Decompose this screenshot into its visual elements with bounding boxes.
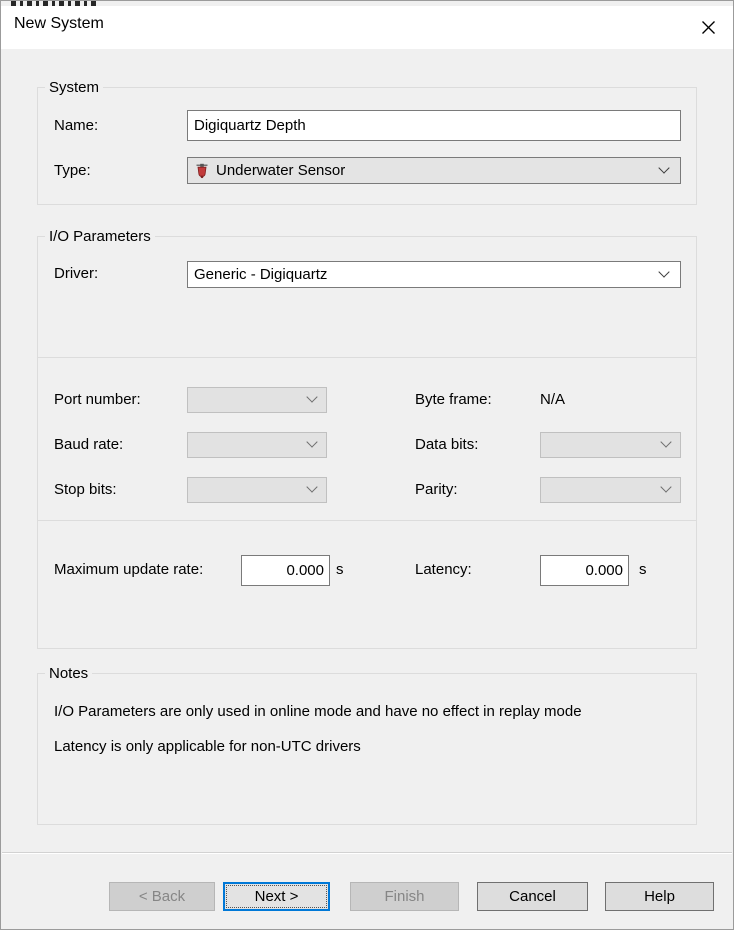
back-button: < Back (109, 882, 215, 911)
byte-frame-value: N/A (540, 390, 565, 410)
chevron-down-icon (658, 266, 669, 277)
chevron-down-icon (306, 391, 317, 402)
new-system-dialog: New System System Name: Type: Underwater… (0, 0, 734, 930)
type-dropdown[interactable]: Underwater Sensor (187, 157, 681, 184)
update-rate-box: Maximum update rate: s Latency: s (37, 520, 697, 649)
stop-bits-dropdown (187, 477, 327, 503)
latency-label: Latency: (415, 560, 472, 580)
name-input[interactable] (187, 110, 681, 141)
io-parameters-group-title: I/O Parameters (45, 228, 155, 246)
driver-label: Driver: (54, 264, 98, 284)
notes-line-1: I/O Parameters are only used in online m… (54, 702, 582, 722)
help-button[interactable]: Help (605, 882, 714, 911)
type-value: Underwater Sensor (216, 162, 345, 179)
parity-label: Parity: (415, 480, 458, 500)
finish-button: Finish (350, 882, 459, 911)
name-label: Name: (54, 116, 98, 136)
dialog-title: New System (14, 15, 104, 33)
notes-line-2: Latency is only applicable for non-UTC d… (54, 737, 361, 757)
cancel-button[interactable]: Cancel (477, 882, 588, 911)
next-button[interactable]: Next > (223, 882, 330, 911)
baud-rate-dropdown (187, 432, 327, 458)
data-bits-label: Data bits: (415, 435, 478, 455)
io-parameters-group: I/O Parameters Driver: Generic - Digiqua… (37, 236, 697, 358)
port-number-dropdown (187, 387, 327, 413)
type-label: Type: (54, 161, 91, 181)
baud-rate-label: Baud rate: (54, 435, 123, 455)
max-update-rate-input[interactable] (241, 555, 330, 586)
latency-unit: s (639, 560, 647, 580)
notes-group-title: Notes (45, 665, 92, 683)
chevron-down-icon (660, 481, 671, 492)
chevron-down-icon (658, 162, 669, 173)
footer-separator (2, 852, 732, 853)
dialog-titlebar: New System (1, 6, 733, 49)
chevron-down-icon (306, 481, 317, 492)
chevron-down-icon (306, 436, 317, 447)
system-group-title: System (45, 79, 103, 97)
system-group: System Name: Type: Underwater Sensor (37, 87, 697, 205)
data-bits-dropdown (540, 432, 681, 458)
stop-bits-label: Stop bits: (54, 480, 117, 500)
port-settings-box: Port number: Byte frame: N/A Baud rate: … (37, 357, 697, 521)
chevron-down-icon (660, 436, 671, 447)
notes-group: Notes I/O Parameters are only used in on… (37, 673, 697, 825)
driver-dropdown[interactable]: Generic - Digiquartz (187, 261, 681, 288)
driver-value: Generic - Digiquartz (194, 266, 327, 283)
underwater-sensor-icon (194, 163, 210, 179)
max-update-rate-label: Maximum update rate: (54, 560, 203, 580)
close-icon[interactable] (695, 14, 721, 40)
latency-input[interactable] (540, 555, 629, 586)
port-number-label: Port number: (54, 390, 141, 410)
max-update-rate-unit: s (336, 560, 344, 580)
parity-dropdown (540, 477, 681, 503)
close-x-glyph (701, 20, 716, 35)
byte-frame-label: Byte frame: (415, 390, 492, 410)
